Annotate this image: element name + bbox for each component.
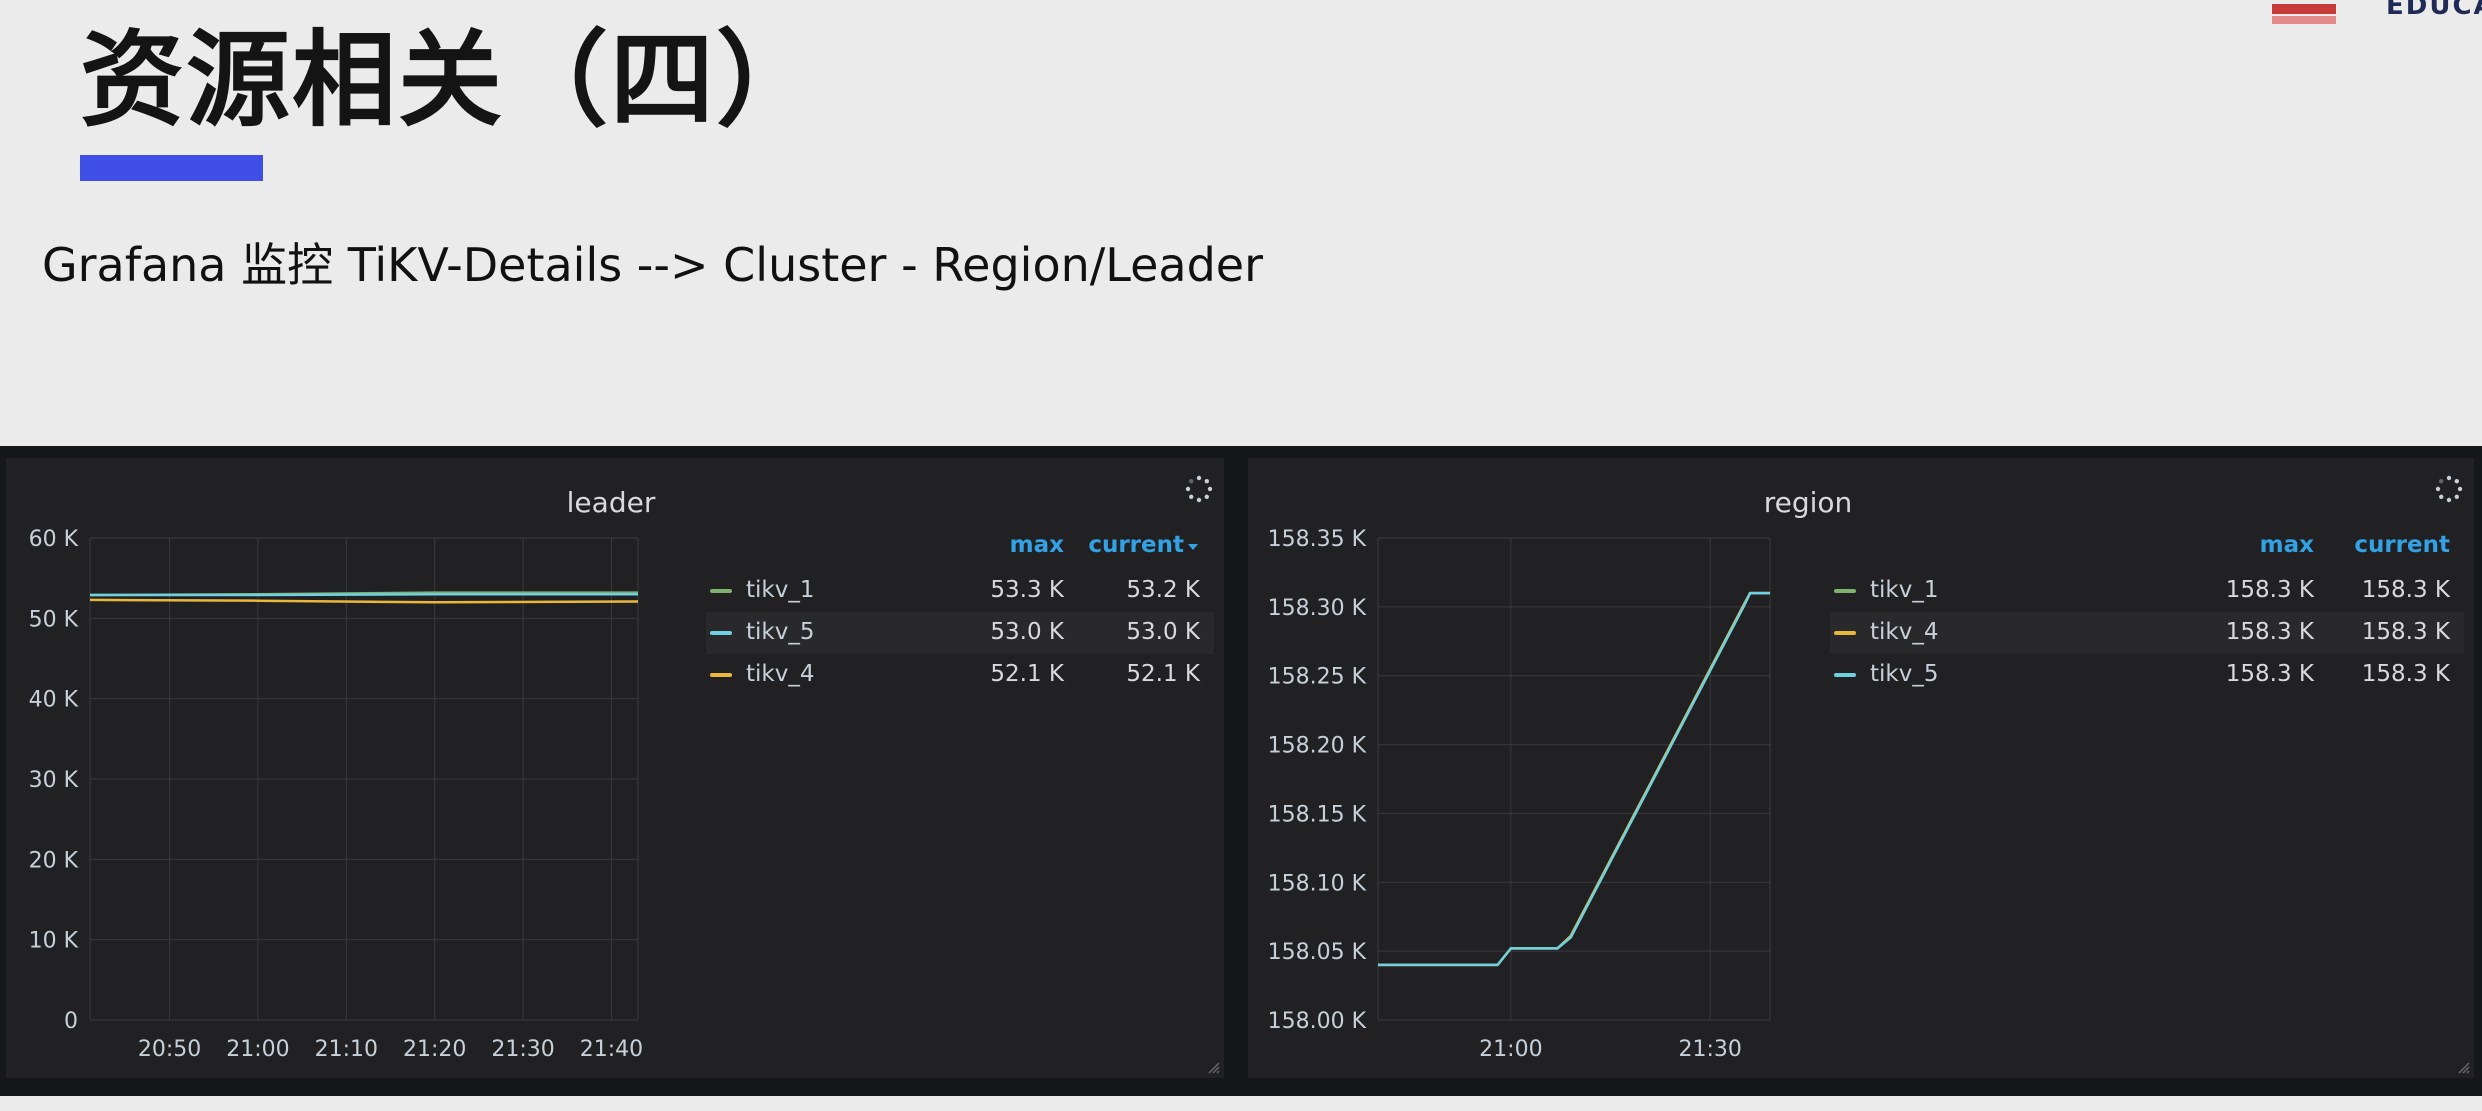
x-tick-label: 21:40 <box>580 1037 643 1062</box>
legend-header: max current <box>1830 526 2464 570</box>
x-tick-label: 21:10 <box>315 1037 378 1062</box>
series-name[interactable]: tikv_5 <box>1870 661 1938 687</box>
leader-plot: 60 K 50 K 40 K 30 K 20 K 10 K 0 20:50 21:00 21:10… <box>29 527 644 1062</box>
series-swatch <box>710 631 732 635</box>
series-name[interactable]: tikv_5 <box>746 619 814 645</box>
leader-legend: max current tikv_1 53.3 K 53.2 K tikv_5 … <box>706 526 1214 696</box>
grafana-dashboard: leader 60 K 50 K 40 K 30 K 20 K 10 K 0 20:50 21:… <box>0 446 2482 1096</box>
region-legend: max current tikv_1 158.3 K 158.3 K tikv_… <box>1830 526 2464 696</box>
x-tick-label: 21:30 <box>491 1037 554 1062</box>
x-tick-label: 21:00 <box>226 1037 289 1062</box>
series-current: 52.1 K <box>1126 661 1200 687</box>
series-swatch <box>1834 673 1856 677</box>
legend-col-current[interactable]: current <box>1088 532 1184 558</box>
title-accent-bar <box>80 155 263 181</box>
legend-row-tikv-4[interactable]: tikv_4 158.3 K 158.3 K <box>1830 612 2464 654</box>
legend-row-tikv-1[interactable]: tikv_1 158.3 K 158.3 K <box>1830 570 2464 612</box>
x-tick-label: 21:30 <box>1679 1037 1742 1062</box>
legend-row-tikv-4[interactable]: tikv_4 52.1 K 52.1 K <box>706 654 1214 696</box>
y-tick-label: 158.20 K <box>1268 734 1367 759</box>
series-name[interactable]: tikv_1 <box>1870 577 1938 603</box>
series-swatch <box>1834 631 1856 635</box>
legend-col-current[interactable]: current <box>2354 532 2450 558</box>
caret-down-icon <box>1188 544 1198 550</box>
x-tick-label: 20:50 <box>138 1037 201 1062</box>
series-max: 158.3 K <box>2225 619 2314 645</box>
series-name[interactable]: tikv_4 <box>746 661 814 687</box>
series-line-tikv-4 <box>89 598 639 604</box>
series-current: 158.3 K <box>2361 619 2450 645</box>
resize-handle-icon[interactable] <box>1206 1060 1220 1074</box>
y-tick-label: 158.10 K <box>1268 871 1367 896</box>
series-line-tikv-4 <box>1378 591 1770 967</box>
resize-handle-icon[interactable] <box>2456 1060 2470 1074</box>
slide-subtitle: Grafana 监控 TiKV-Details --> Cluster - Re… <box>42 238 1263 292</box>
series-max: 158.3 K <box>2225 661 2314 687</box>
legend-col-max[interactable]: max <box>2260 532 2314 558</box>
series-max: 158.3 K <box>2225 577 2314 603</box>
legend-row-tikv-5[interactable]: tikv_5 158.3 K 158.3 K <box>1830 654 2464 696</box>
brand-mark-icon <box>2272 0 2336 26</box>
y-tick-label: 50 K <box>29 607 79 632</box>
region-plot: 158.35 K 158.30 K 158.25 K 158.20 K 158.15 K… <box>1268 527 1771 1062</box>
series-line-tikv-5 <box>1378 591 1770 967</box>
y-tick-label: 158.35 K <box>1268 527 1367 552</box>
legend-row-tikv-1[interactable]: tikv_1 53.3 K 53.2 K <box>706 570 1214 612</box>
leader-panel[interactable]: leader 60 K 50 K 40 K 30 K 20 K 10 K 0 20:50 21:… <box>6 458 1224 1078</box>
loading-spinner-icon <box>1185 475 1213 503</box>
brand-logo: EDUCATION <box>2182 0 2482 26</box>
y-tick-label: 158.25 K <box>1268 665 1367 690</box>
loading-spinner-icon <box>2435 475 2463 503</box>
series-current: 158.3 K <box>2361 661 2450 687</box>
y-tick-label: 40 K <box>29 688 79 713</box>
series-current: 53.2 K <box>1126 577 1200 603</box>
y-tick-label: 60 K <box>29 527 79 552</box>
legend-header: max current <box>706 526 1214 570</box>
series-max: 52.1 K <box>990 661 1064 687</box>
series-line-tikv-1 <box>1378 591 1770 967</box>
series-current: 158.3 K <box>2361 577 2450 603</box>
series-name[interactable]: tikv_1 <box>746 577 814 603</box>
y-tick-label: 10 K <box>29 929 79 954</box>
slide-title: 资源相关（四） <box>80 19 823 141</box>
y-tick-label: 158.00 K <box>1268 1009 1367 1034</box>
y-tick-label: 158.30 K <box>1268 596 1367 621</box>
legend-row-tikv-5[interactable]: tikv_5 53.0 K 53.0 K <box>706 612 1214 654</box>
series-swatch <box>710 589 732 593</box>
series-swatch <box>710 673 732 677</box>
y-tick-label: 158.05 K <box>1268 940 1367 965</box>
y-tick-label: 20 K <box>29 848 79 873</box>
series-line-tikv-5 <box>90 592 638 597</box>
x-tick-label: 21:00 <box>1479 1037 1542 1062</box>
y-tick-label: 0 <box>64 1009 78 1034</box>
series-name[interactable]: tikv_4 <box>1870 619 1938 645</box>
y-tick-label: 30 K <box>29 768 79 793</box>
series-current: 53.0 K <box>1126 619 1200 645</box>
brand-text: EDUCATION <box>2386 0 2482 21</box>
x-tick-label: 21:20 <box>403 1037 466 1062</box>
series-max: 53.3 K <box>990 577 1064 603</box>
series-swatch <box>1834 589 1856 593</box>
series-max: 53.0 K <box>990 619 1064 645</box>
y-tick-label: 158.15 K <box>1268 802 1367 827</box>
region-panel[interactable]: region 158.35 K 158.30 K 158.25 K 158.20 K1… <box>1248 458 2474 1078</box>
legend-col-max[interactable]: max <box>1010 532 1064 558</box>
